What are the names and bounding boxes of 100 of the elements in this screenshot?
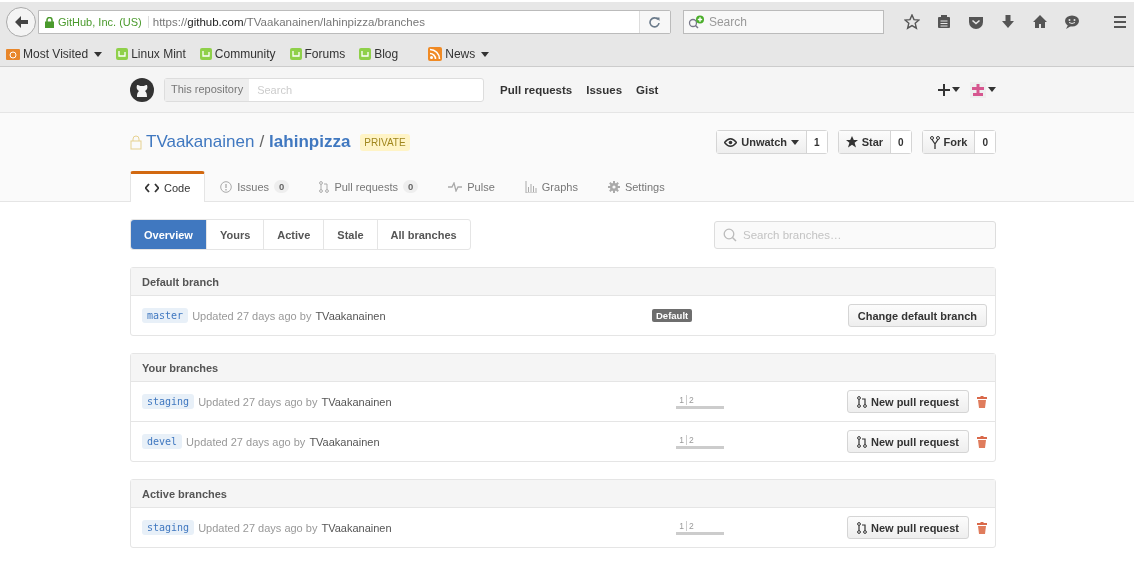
site-identity: GitHub, Inc. (US) <box>58 16 149 28</box>
pull-request-icon <box>856 395 867 408</box>
ahead-behind-bar <box>676 405 726 409</box>
caret-icon <box>791 139 800 145</box>
nav-link[interactable]: Pull requests <box>500 83 573 96</box>
bookmark-item[interactable]: Community <box>199 47 276 61</box>
repo-owner-link[interactable]: TVaakanainen <box>146 132 255 152</box>
mint-leaf-icon <box>116 48 129 60</box>
chat-icon[interactable] <box>1064 14 1080 30</box>
menu-icon[interactable] <box>1112 14 1128 30</box>
pull-request-icon <box>856 435 867 448</box>
folder-icon <box>6 47 20 61</box>
updated-text: Updated 27 days ago by <box>198 521 318 534</box>
updated-text: Updated 27 days ago by <box>192 309 312 322</box>
nav-link[interactable]: Gist <box>636 83 659 96</box>
repo-tab[interactable]: Graphs <box>509 171 593 201</box>
filter-tab[interactable]: Yours <box>206 220 265 249</box>
repo-tab[interactable]: Pull requests 0 <box>304 171 434 201</box>
clipboard-icon[interactable] <box>936 14 952 30</box>
change-default-branch-button[interactable]: Change default branch <box>847 304 987 327</box>
plus-icon <box>938 83 950 96</box>
filter-tab[interactable]: Stale <box>324 220 378 249</box>
default-label: Default <box>652 309 693 322</box>
rss-icon <box>428 47 443 61</box>
section-header: Active branches <box>131 480 995 508</box>
bar-graph-icon <box>524 180 537 193</box>
star-button[interactable]: Star <box>838 131 892 153</box>
count-label[interactable]: 0 <box>891 131 911 153</box>
path-separator: / <box>259 132 265 152</box>
branch-name[interactable]: staging <box>142 520 195 535</box>
bookmark-item[interactable]: Linux Mint <box>116 47 186 61</box>
filter-tab[interactable]: Active <box>264 220 325 249</box>
bookmark-item[interactable]: Most Visited <box>6 47 103 61</box>
filter-tab[interactable]: All branches <box>377 220 470 249</box>
trash-icon[interactable] <box>977 395 987 408</box>
private-label: PRIVATE <box>360 133 410 151</box>
count-label[interactable]: 1 <box>807 131 827 153</box>
repo-tab[interactable]: Settings <box>592 171 680 201</box>
star-icon <box>845 136 858 148</box>
fork-icon <box>929 135 940 149</box>
author-link[interactable]: TVaakanainen <box>309 435 380 448</box>
url-text: https://github.com/TVaakanainen/lahinpizza/branches <box>152 16 426 28</box>
mint-leaf-icon <box>289 48 302 60</box>
back-button[interactable] <box>6 7 36 37</box>
repo-tab[interactable]: Pulse <box>433 171 510 201</box>
repo-name-link[interactable]: lahinpizza <box>269 132 351 152</box>
pulse-icon <box>448 181 463 192</box>
section-header: Default branch <box>131 268 995 296</box>
bookmark-item[interactable]: Blog <box>359 47 399 61</box>
updated-text: Updated 27 days ago by <box>198 395 318 408</box>
behind-count: 1 <box>676 394 687 405</box>
new-pull-request-button[interactable]: New pull request <box>846 390 969 413</box>
address-bar[interactable]: GitHub, Inc. (US) https://github.com/TVaakanainen/lahinpizza/branches <box>38 10 671 34</box>
trash-icon[interactable] <box>977 521 987 534</box>
count-badge: 0 <box>403 180 419 193</box>
bookmark-item[interactable]: Forums <box>289 47 346 61</box>
bookmark-item[interactable]: News <box>428 47 490 61</box>
reload-icon <box>649 16 661 28</box>
count-label[interactable]: 0 <box>975 131 995 153</box>
ahead-behind-bar <box>676 445 726 449</box>
updated-text: Updated 27 days ago by <box>186 435 306 448</box>
download-icon[interactable] <box>1000 14 1016 30</box>
create-new-button[interactable] <box>938 83 960 96</box>
count-badge: 0 <box>274 180 290 193</box>
trash-icon[interactable] <box>977 435 987 448</box>
behind-count: 1 <box>676 434 687 445</box>
avatar-menu[interactable] <box>970 81 996 98</box>
filter-tab[interactable]: Overview <box>131 220 207 249</box>
ahead-count: 2 <box>688 434 694 445</box>
caret-icon <box>94 51 103 57</box>
author-link[interactable]: TVaakanainen <box>321 521 392 534</box>
mint-leaf-icon <box>199 48 212 60</box>
new-pull-request-button[interactable]: New pull request <box>846 430 969 453</box>
watch-button[interactable]: Unwatch <box>717 131 808 153</box>
eye-icon <box>724 137 738 147</box>
home-icon[interactable] <box>1032 14 1048 30</box>
gear-icon <box>607 180 620 193</box>
branch-name[interactable]: master <box>142 308 189 323</box>
ahead-count: 2 <box>688 520 694 531</box>
caret-icon <box>988 87 996 92</box>
pull-request-icon <box>856 521 867 534</box>
mint-leaf-icon <box>359 48 372 60</box>
repo-tab[interactable]: Code <box>130 171 206 202</box>
nav-link[interactable]: Issues <box>586 83 623 96</box>
caret-icon <box>952 87 960 92</box>
logo-icon <box>130 77 154 102</box>
bookmark-star-icon[interactable] <box>904 14 920 30</box>
ahead-count: 2 <box>688 394 694 405</box>
fork-button[interactable]: Fork <box>922 131 976 153</box>
author-link[interactable]: TVaakanainen <box>315 309 386 322</box>
author-link[interactable]: TVaakanainen <box>321 395 392 408</box>
search-icon <box>723 227 737 242</box>
pocket-icon[interactable] <box>968 14 984 30</box>
new-pull-request-button[interactable]: New pull request <box>846 516 969 539</box>
branch-name[interactable]: devel <box>142 434 183 449</box>
back-arrow-icon <box>14 16 28 28</box>
caret-icon <box>481 51 490 57</box>
repo-tab[interactable]: Issues 0 <box>205 171 305 201</box>
branch-name[interactable]: staging <box>142 394 195 409</box>
avatar-icon <box>970 81 986 98</box>
